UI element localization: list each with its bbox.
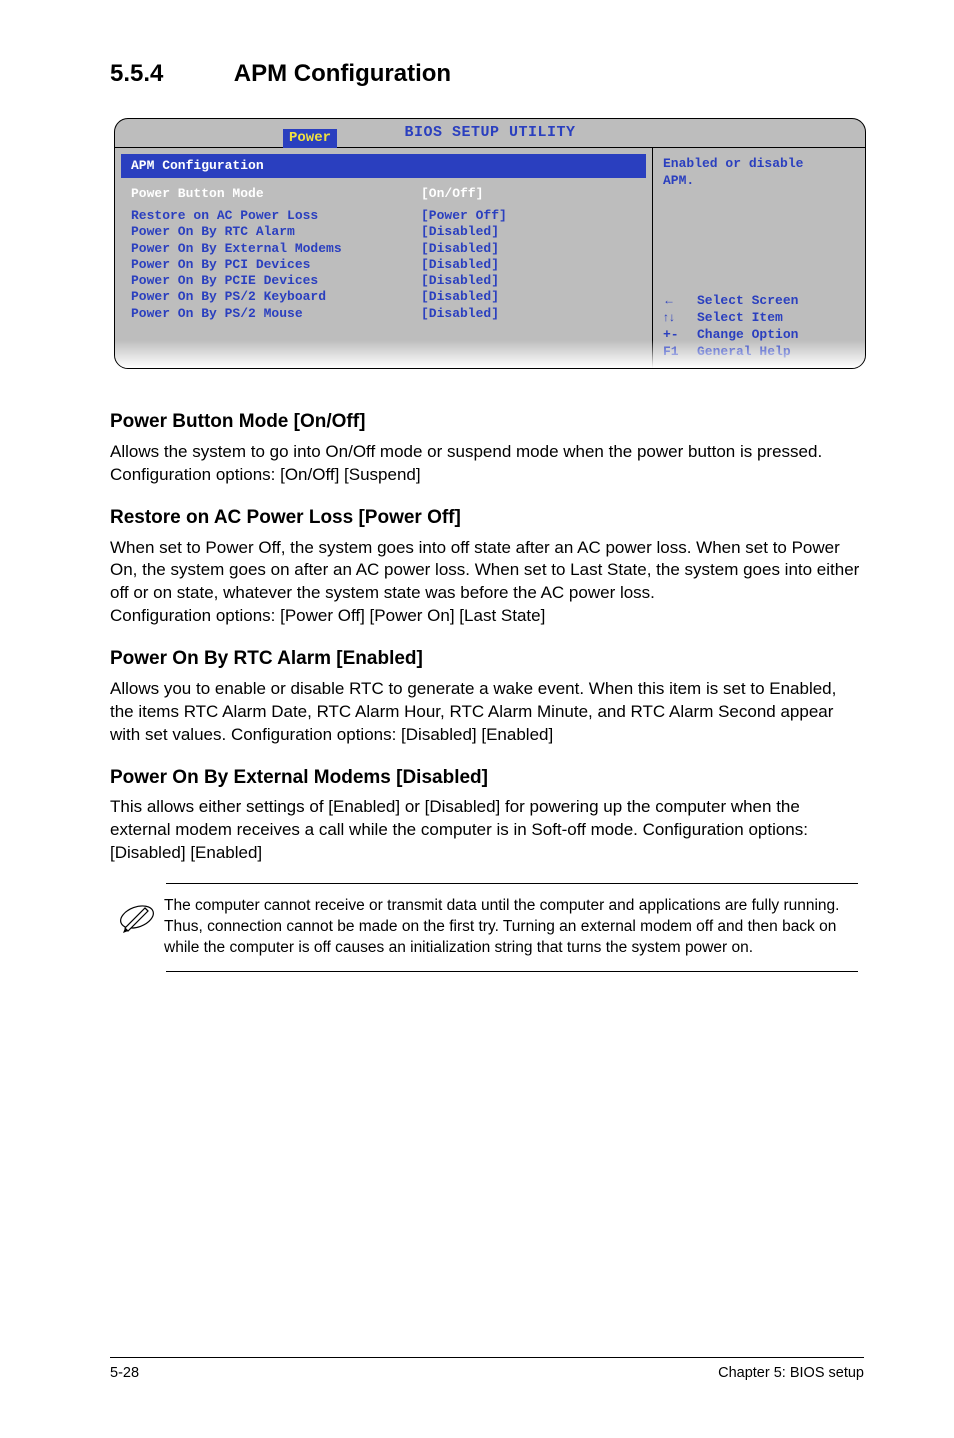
body-paragraph: Allows the system to go into On/Off mode… bbox=[110, 441, 864, 487]
key-description: General Help bbox=[697, 344, 791, 361]
bios-active-tab: Power bbox=[283, 129, 337, 148]
key-symbol: ← bbox=[663, 293, 697, 310]
bios-option-list: Power Button Mode[On/Off]Restore on AC P… bbox=[115, 178, 652, 330]
bios-option-row[interactable]: Power On By RTC Alarm[Disabled] bbox=[131, 224, 642, 240]
bios-help-line: APM. bbox=[663, 173, 859, 189]
bios-section-heading: APM Configuration bbox=[121, 154, 646, 178]
bios-help-line: Enabled or disable bbox=[663, 156, 859, 172]
bios-key-legend: ←Select Screen↑↓Select Item+-Change Opti… bbox=[663, 293, 859, 361]
subsection-heading: Restore on AC Power Loss [Power Off] bbox=[110, 505, 864, 531]
bios-titlebar: BIOS SETUP UTILITY Power bbox=[115, 119, 865, 147]
body-paragraph: When set to Power Off, the system goes i… bbox=[110, 537, 864, 606]
bios-left-pane: APM Configuration Power Button Mode[On/O… bbox=[115, 148, 653, 368]
key-symbol: F1 bbox=[663, 344, 697, 361]
bios-setup-utility-panel: BIOS SETUP UTILITY Power APM Configurati… bbox=[114, 118, 866, 369]
bios-option-value: [Disabled] bbox=[421, 241, 499, 257]
bios-option-label: Restore on AC Power Loss bbox=[131, 208, 421, 224]
subsection-heading: Power On By External Modems [Disabled] bbox=[110, 765, 864, 791]
key-description: Select Item bbox=[697, 310, 783, 327]
divider bbox=[166, 971, 858, 972]
key-description: Select Screen bbox=[697, 293, 798, 310]
section-title: APM Configuration bbox=[234, 60, 451, 87]
bios-option-value: [Disabled] bbox=[421, 289, 499, 305]
body-paragraph: Configuration options: [Power Off] [Powe… bbox=[110, 605, 864, 628]
bios-option-row[interactable]: Power On By PS/2 Mouse[Disabled] bbox=[131, 306, 642, 322]
note-callout: The computer cannot receive or transmit … bbox=[166, 883, 858, 972]
bios-option-row[interactable]: Power On By External Modems[Disabled] bbox=[131, 241, 642, 257]
bios-option-row[interactable]: Restore on AC Power Loss[Power Off] bbox=[131, 208, 642, 224]
bios-option-label: Power On By PS/2 Mouse bbox=[131, 306, 421, 322]
bios-key-row: ←Select Screen bbox=[663, 293, 859, 310]
bios-option-row[interactable]: Power On By PS/2 Keyboard[Disabled] bbox=[131, 289, 642, 305]
section-heading: 5.5.4 APM Configuration bbox=[110, 58, 864, 90]
key-symbol: ↑↓ bbox=[663, 310, 697, 327]
bios-key-row: ↑↓Select Item bbox=[663, 310, 859, 327]
subsection-heading: Power On By RTC Alarm [Enabled] bbox=[110, 646, 864, 672]
bios-key-row: F1General Help bbox=[663, 344, 859, 361]
bios-option-row[interactable]: Power Button Mode[On/Off] bbox=[131, 186, 642, 202]
bios-help-text: Enabled or disable APM. bbox=[663, 156, 859, 189]
page-footer: 5-28 Chapter 5: BIOS setup bbox=[110, 1357, 864, 1384]
bios-option-row[interactable]: Power On By PCIE Devices[Disabled] bbox=[131, 273, 642, 289]
bios-option-value: [Disabled] bbox=[421, 257, 499, 273]
bios-option-label: Power On By PCI Devices bbox=[131, 257, 421, 273]
bios-option-value: [On/Off] bbox=[421, 186, 483, 202]
bios-option-value: [Disabled] bbox=[421, 224, 499, 240]
section-number: 5.5.4 bbox=[110, 58, 228, 90]
bios-right-pane: Enabled or disable APM. ←Select Screen↑↓… bbox=[653, 148, 865, 368]
bios-option-value: [Disabled] bbox=[421, 273, 499, 289]
bios-option-value: [Power Off] bbox=[421, 208, 507, 224]
body-paragraph: This allows either settings of [Enabled]… bbox=[110, 796, 864, 865]
bios-option-label: Power On By PS/2 Keyboard bbox=[131, 289, 421, 305]
chapter-title: Chapter 5: BIOS setup bbox=[718, 1364, 864, 1384]
bios-key-row: +-Change Option bbox=[663, 327, 859, 344]
pencil-note-icon bbox=[118, 898, 164, 943]
subsection-heading: Power Button Mode [On/Off] bbox=[110, 409, 864, 435]
bios-option-value: [Disabled] bbox=[421, 306, 499, 322]
key-description: Change Option bbox=[697, 327, 798, 344]
key-symbol: +- bbox=[663, 327, 697, 344]
body-paragraph: Allows you to enable or disable RTC to g… bbox=[110, 678, 864, 747]
page-number: 5-28 bbox=[110, 1364, 139, 1384]
bios-option-label: Power On By PCIE Devices bbox=[131, 273, 421, 289]
note-text: The computer cannot receive or transmit … bbox=[164, 896, 858, 959]
bios-title-text: BIOS SETUP UTILITY bbox=[404, 123, 575, 143]
bios-option-label: Power On By RTC Alarm bbox=[131, 224, 421, 240]
bios-option-label: Power Button Mode bbox=[131, 186, 421, 202]
bios-option-label: Power On By External Modems bbox=[131, 241, 421, 257]
bios-option-row[interactable]: Power On By PCI Devices[Disabled] bbox=[131, 257, 642, 273]
